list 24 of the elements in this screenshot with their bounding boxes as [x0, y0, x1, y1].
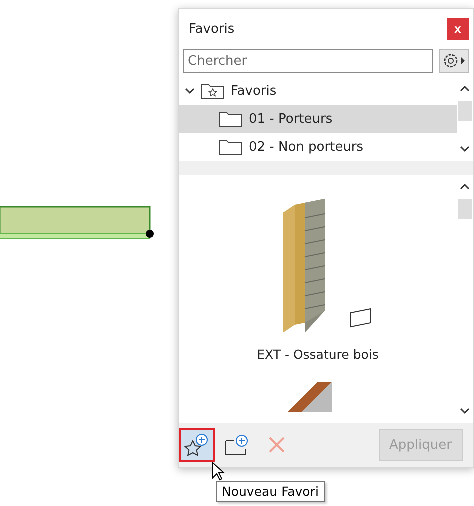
- tree-row[interactable]: 01 - Porteurs: [179, 105, 457, 133]
- close-button[interactable]: x: [447, 18, 469, 40]
- scroll-thumb[interactable]: [458, 199, 472, 219]
- expand-chevron-icon[interactable]: [185, 87, 195, 95]
- star-folder-icon: [201, 82, 225, 100]
- preview-label: EXT - Ossature bois: [257, 347, 379, 362]
- panel-title: Favoris: [189, 22, 235, 36]
- scroll-up-icon[interactable]: [460, 85, 470, 93]
- folder-plus-icon: [224, 433, 250, 457]
- tooltip: Nouveau Favori: [216, 481, 325, 502]
- tree-row[interactable]: 02 - Non porteurs: [179, 133, 457, 161]
- scroll-down-icon[interactable]: [460, 407, 470, 415]
- folder-icon: [219, 138, 243, 156]
- tree-item[interactable]: Favoris: [231, 84, 277, 98]
- search-field[interactable]: Chercher: [183, 49, 433, 73]
- new-favorite-button[interactable]: [179, 428, 215, 462]
- scroll-thumb[interactable]: [458, 101, 472, 121]
- scroll-up-icon[interactable]: [460, 183, 470, 191]
- cursor-icon: [212, 462, 226, 482]
- settings-button[interactable]: [439, 49, 469, 73]
- star-plus-icon: [184, 433, 210, 457]
- delete-icon: [268, 436, 286, 454]
- scroll-down-icon[interactable]: [460, 145, 470, 153]
- folder-icon: [219, 110, 243, 128]
